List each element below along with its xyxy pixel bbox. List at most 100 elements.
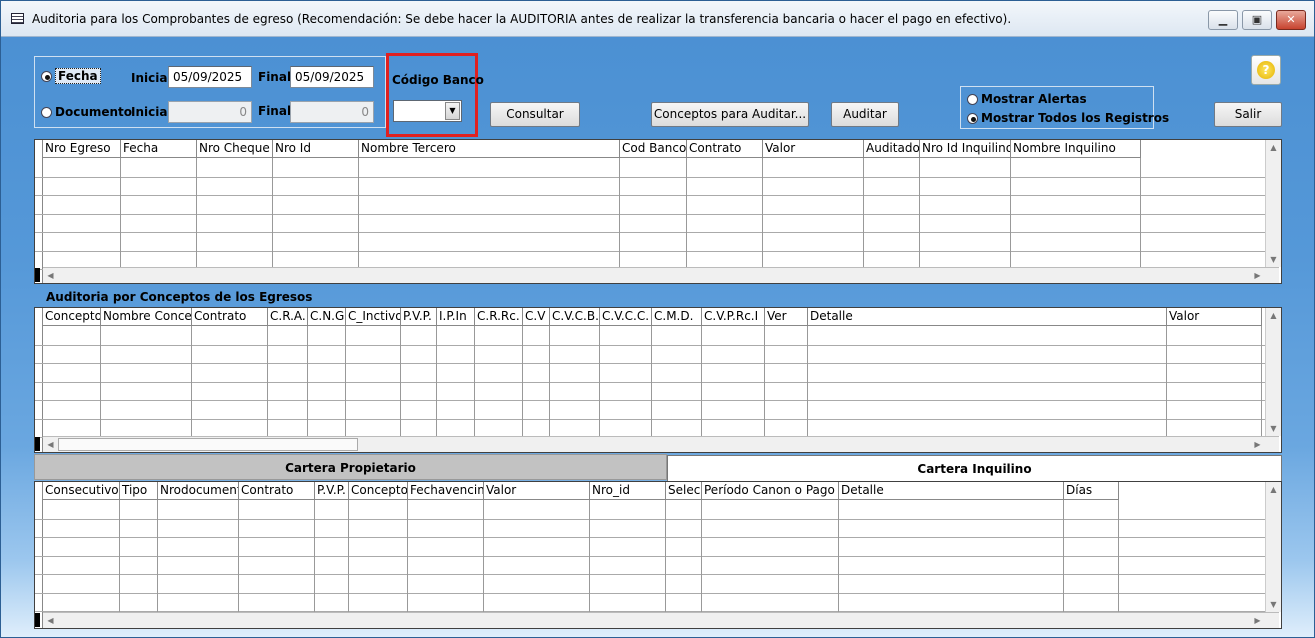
tab-cartera-inquilino[interactable]: Cartera Inquilino [667, 455, 1282, 481]
section-auditoria-conceptos-title: Auditoria por Conceptos de los Egresos [46, 290, 313, 304]
scroll-down-icon[interactable]: ▼ [1266, 252, 1281, 267]
scroll-down-icon[interactable]: ▼ [1266, 421, 1281, 436]
column-divider [589, 500, 590, 612]
column-header[interactable]: Consecutivo [43, 482, 120, 500]
column-header[interactable]: Valor [763, 140, 864, 158]
help-button[interactable]: ? [1251, 55, 1281, 85]
column-header[interactable]: Concepto [349, 482, 408, 500]
vertical-scrollbar[interactable]: ▲ ▼ [1265, 482, 1281, 612]
column-header[interactable]: Nro Cheque [197, 140, 273, 158]
column-header[interactable]: Nro Id Inquilino [920, 140, 1011, 158]
scroll-right-icon[interactable]: ▶ [1250, 437, 1265, 452]
column-divider [100, 326, 101, 436]
conceptos-grid[interactable]: Concepto Nombre Concep Contrato C.R.A. C.N.G… [34, 307, 1282, 453]
salir-button[interactable]: Salir [1214, 102, 1282, 127]
column-header[interactable]: Nro Id [273, 140, 359, 158]
scroll-up-icon[interactable]: ▲ [1266, 140, 1281, 155]
consultar-button[interactable]: Consultar [490, 102, 580, 127]
column-header[interactable]: C.R.A. [268, 308, 308, 326]
column-header[interactable]: Nro_id [590, 482, 666, 500]
radio-fecha[interactable]: Fecha [41, 68, 101, 84]
horizontal-scrollbar[interactable]: ◀ ▶ [43, 436, 1279, 452]
column-header[interactable]: Contrato [192, 308, 268, 326]
column-header[interactable]: Nrodocumento [158, 482, 239, 500]
column-header[interactable]: C.R.Rc. [475, 308, 523, 326]
scroll-up-icon[interactable]: ▲ [1266, 482, 1281, 497]
scroll-down-icon[interactable]: ▼ [1266, 597, 1281, 612]
radio-fecha-label: Fecha [55, 68, 101, 84]
scroll-left-icon[interactable]: ◀ [43, 437, 58, 452]
tab-cartera-propietario[interactable]: Cartera Propietario [34, 454, 667, 480]
column-header[interactable]: I.P.In [437, 308, 475, 326]
horizontal-scrollbar[interactable]: ◀ ▶ [43, 267, 1279, 283]
scroll-right-icon[interactable]: ▶ [1250, 268, 1265, 283]
scroll-left-icon[interactable]: ◀ [43, 613, 58, 628]
column-header[interactable]: C.V.C.C. [600, 308, 652, 326]
chevron-down-icon[interactable]: ▼ [445, 102, 460, 120]
row-divider [35, 232, 1265, 233]
column-header[interactable]: Detalle [808, 308, 1167, 326]
column-header[interactable]: P.V.P. [315, 482, 349, 500]
column-header[interactable]: C.N.G [308, 308, 346, 326]
vertical-scrollbar[interactable]: ▲ ▼ [1265, 308, 1281, 436]
column-header[interactable]: Contrato [687, 140, 763, 158]
conceptos-button[interactable]: Conceptos para Auditar... [651, 102, 809, 127]
column-header[interactable]: Tipo [120, 482, 158, 500]
grid-header: Nro Egreso Fecha Nro Cheque Nro Id Nombre Te… [43, 140, 1141, 158]
fecha-final-input[interactable]: 05/09/2025 [290, 66, 374, 88]
radio-mostrar-alertas[interactable]: Mostrar Alertas [967, 92, 1087, 106]
column-header[interactable]: C.V [523, 308, 550, 326]
radio-documento[interactable]: Documento [41, 105, 132, 119]
vertical-scrollbar[interactable]: ▲ ▼ [1265, 140, 1281, 267]
codigo-banco-select[interactable]: ▼ [393, 100, 462, 122]
column-header[interactable]: C.V.P.Rc.I [702, 308, 765, 326]
window-title: Auditoria para los Comprobantes de egres… [32, 12, 1012, 26]
column-header[interactable]: C.M.D. [652, 308, 702, 326]
maximize-button[interactable]: ▣ [1242, 10, 1272, 30]
column-divider [120, 158, 121, 267]
cartera-grid[interactable]: ConsecutivoTipoNrodocumentoContratoP.V.P… [34, 481, 1282, 629]
column-header[interactable]: Fechavencim [408, 482, 484, 500]
column-header[interactable]: Nombre Tercero [359, 140, 620, 158]
column-header[interactable]: Período Canon o Pago [702, 482, 839, 500]
scroll-thumb[interactable] [58, 438, 358, 451]
scroll-right-icon[interactable]: ▶ [1250, 613, 1265, 628]
horizontal-scrollbar[interactable]: ◀ ▶ [43, 612, 1279, 628]
doc-inicial-input[interactable]: 0 [168, 101, 252, 123]
column-divider [807, 326, 808, 436]
current-row-marker [35, 268, 40, 282]
column-header[interactable]: P.V.P. [401, 308, 437, 326]
column-header[interactable]: Valor [1167, 308, 1262, 326]
column-header[interactable]: Selec [666, 482, 702, 500]
column-header[interactable]: Ver [765, 308, 808, 326]
column-header[interactable]: C.V.C.B. [550, 308, 600, 326]
column-divider [400, 326, 401, 436]
column-divider [838, 500, 839, 612]
row-divider [35, 213, 1265, 215]
column-divider [483, 500, 484, 612]
column-header[interactable]: Nombre Concep [101, 308, 192, 326]
scroll-up-icon[interactable]: ▲ [1266, 308, 1281, 323]
column-header[interactable]: Concepto [43, 308, 101, 326]
column-header[interactable]: Auditado [864, 140, 920, 158]
column-header[interactable]: Detalle [839, 482, 1064, 500]
minimize-button[interactable]: ▁ [1208, 10, 1238, 30]
column-divider [762, 158, 763, 267]
close-button[interactable]: ✕ [1276, 10, 1306, 30]
doc-final-label: Final [258, 104, 292, 118]
radio-documento-label: Documento [55, 105, 133, 119]
doc-final-input[interactable]: 0 [290, 101, 374, 123]
scroll-left-icon[interactable]: ◀ [43, 268, 58, 283]
column-header[interactable]: Valor [484, 482, 590, 500]
column-header[interactable]: Cod Banco [620, 140, 687, 158]
column-header[interactable]: Días [1064, 482, 1119, 500]
column-header[interactable]: Nro Egreso [43, 140, 121, 158]
column-header[interactable]: Contrato [239, 482, 315, 500]
radio-mostrar-todos[interactable]: Mostrar Todos los Registros [967, 111, 1169, 125]
column-header[interactable]: Fecha [121, 140, 197, 158]
column-header[interactable]: C_Inctivo [346, 308, 401, 326]
column-header[interactable]: Nombre Inquilino [1011, 140, 1141, 158]
fecha-inicial-input[interactable]: 05/09/2025 [168, 66, 252, 88]
egresos-grid[interactable]: Nro Egreso Fecha Nro Cheque Nro Id Nombre Te… [34, 139, 1282, 284]
auditar-button[interactable]: Auditar [831, 102, 899, 127]
